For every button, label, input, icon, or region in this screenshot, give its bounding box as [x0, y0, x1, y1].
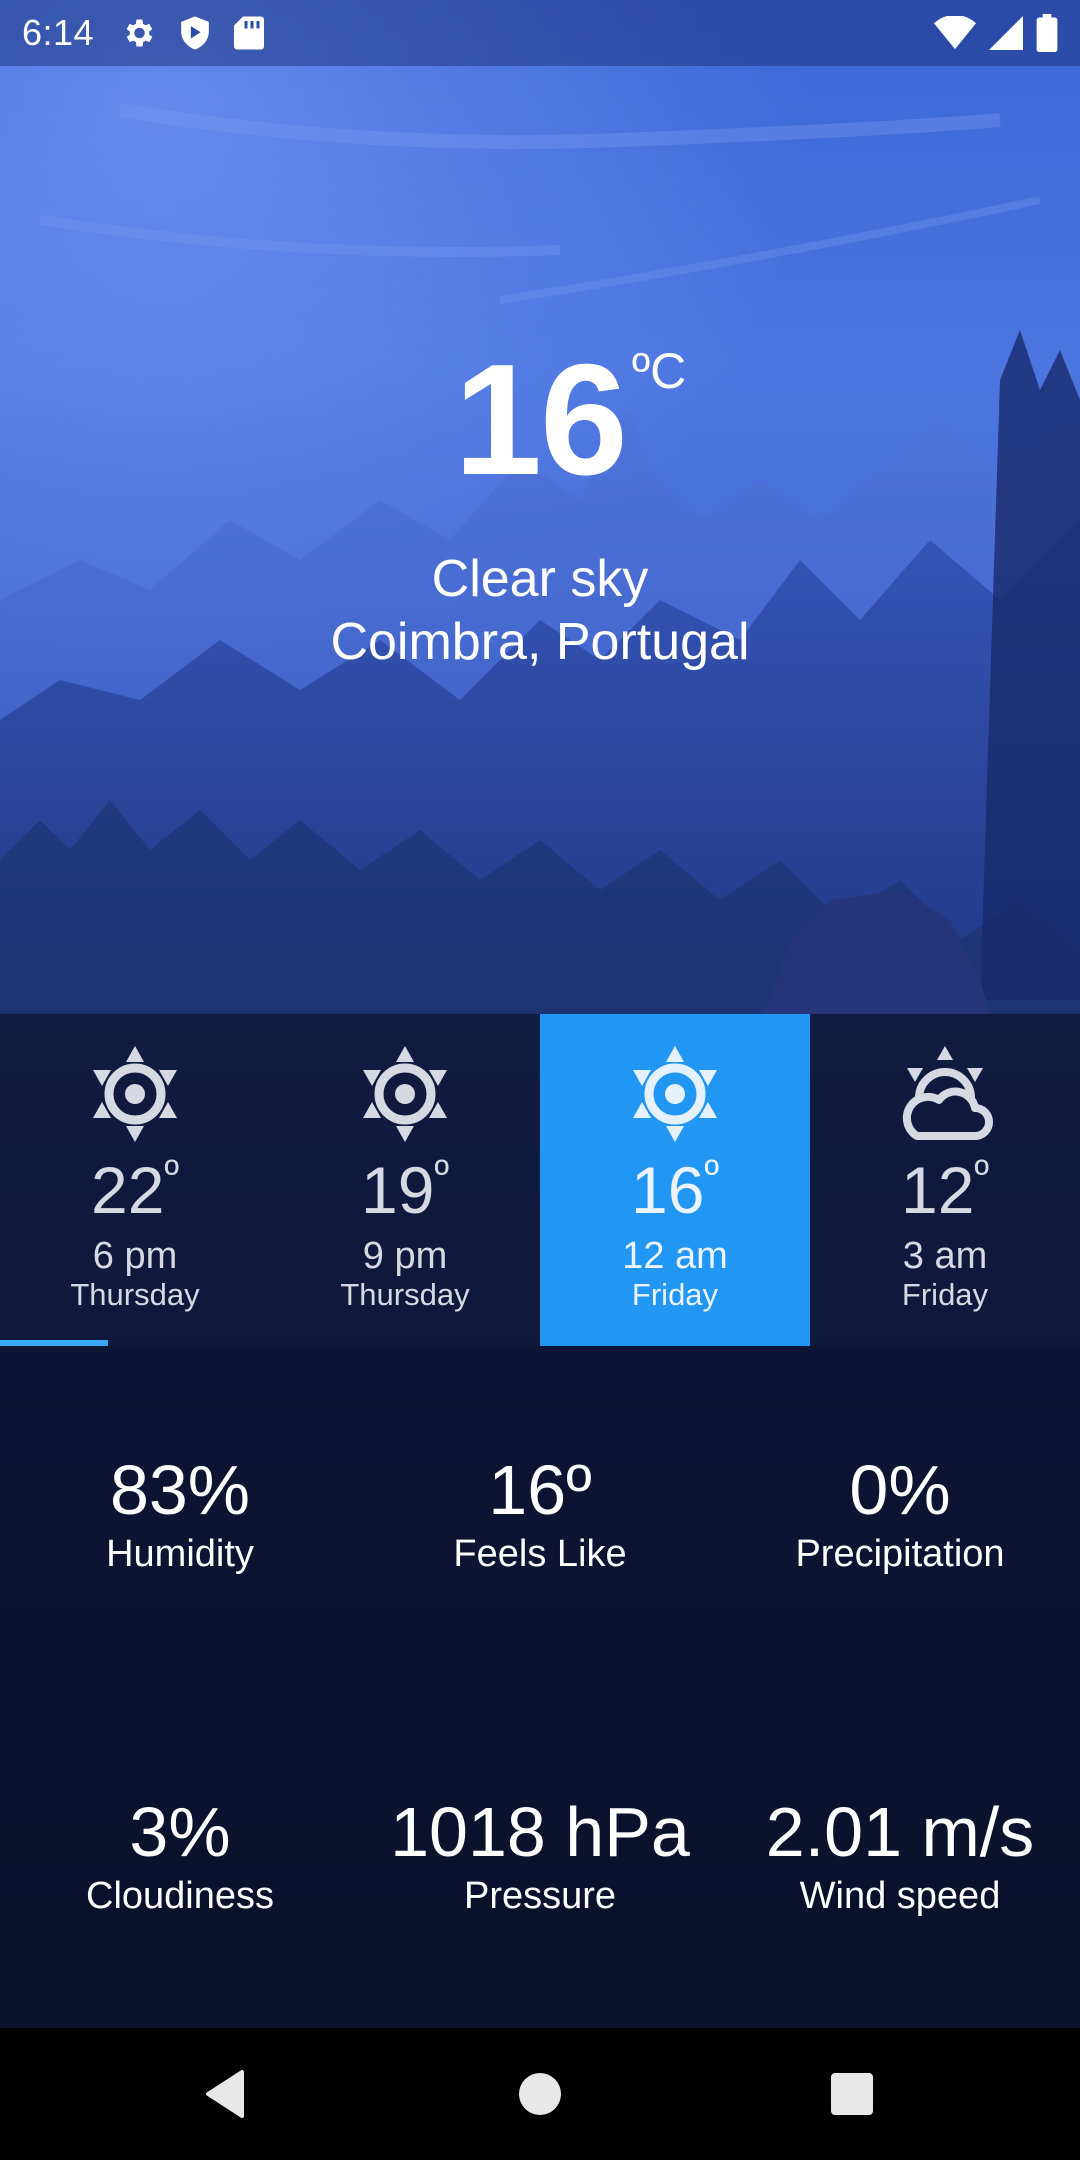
detail-label: Wind speed [799, 1875, 1001, 1917]
forecast-temperature: 19º [360, 1153, 450, 1227]
home-icon[interactable] [510, 2064, 570, 2124]
forecast-item-selected[interactable]: 16º 12 am Friday [540, 1014, 810, 1346]
weather-details: 83% Humidity 16º Feels Like 0% Precipita… [0, 1346, 1080, 2028]
detail-value: 1018 hPa [390, 1793, 690, 1871]
current-temperature: 16 ºC [454, 340, 686, 500]
sun-cloud-icon [902, 1046, 993, 1140]
gear-icon [126, 19, 153, 47]
forecast-temperature: 12º [900, 1153, 990, 1227]
forecast-time: 3 am [902, 1235, 988, 1277]
forecast-day: Friday [631, 1277, 719, 1312]
detail-label: Precipitation [795, 1533, 1005, 1575]
forecast-day: Thursday [340, 1277, 470, 1312]
forecast-time: 9 pm [362, 1235, 448, 1277]
back-icon[interactable] [196, 2064, 256, 2124]
detail-cloudiness: 3% Cloudiness [0, 1792, 360, 1918]
forecast-item[interactable]: 22º 6 pm Thursday [0, 1014, 270, 1346]
signal-icon [989, 16, 1023, 50]
recents-icon[interactable] [822, 2064, 882, 2124]
wifi-icon [934, 16, 976, 50]
detail-value: 3% [129, 1793, 231, 1871]
temperature-unit: ºC [631, 343, 687, 399]
detail-value: 83% [109, 1451, 251, 1529]
temperature-value: 16 [454, 332, 628, 508]
sd-card-icon [234, 16, 265, 50]
detail-humidity: 83% Humidity [0, 1450, 360, 1576]
sun-icon [363, 1046, 447, 1142]
detail-precipitation: 0% Precipitation [720, 1450, 1080, 1576]
shield-icon [181, 16, 209, 50]
forecast-temperature: 22º [90, 1153, 180, 1227]
detail-pressure: 1018 hPa Pressure [360, 1792, 720, 1918]
forecast-day: Friday [901, 1277, 989, 1312]
forecast-item[interactable]: 19º 9 pm Thursday [270, 1014, 540, 1346]
detail-label: Feels Like [453, 1533, 627, 1575]
forecast-day: Thursday [70, 1277, 200, 1312]
detail-value: 2.01 m/s [765, 1793, 1035, 1871]
status-time: 6:14 [22, 12, 95, 53]
detail-feels-like: 16º Feels Like [360, 1450, 720, 1576]
sun-icon [93, 1046, 177, 1142]
sun-icon [633, 1046, 717, 1142]
hourly-forecast: 22º 6 pm Thursday 19º 9 pm Thursday 16º … [0, 1014, 1080, 1346]
detail-label: Cloudiness [86, 1875, 274, 1917]
location-name: Coimbra, Portugal [330, 613, 750, 671]
status-bar: 6:14 [0, 0, 1080, 66]
detail-label: Pressure [463, 1875, 617, 1917]
battery-icon [1036, 14, 1058, 52]
detail-label: Humidity [106, 1533, 254, 1575]
navigation-bar [0, 2028, 1080, 2160]
forecast-temperature: 16º [630, 1153, 720, 1227]
forecast-item[interactable]: 12º 3 am Friday [810, 1014, 1080, 1346]
detail-value: 0% [849, 1451, 951, 1529]
detail-wind-speed: 2.01 m/s Wind speed [720, 1792, 1080, 1918]
detail-value: 16º [488, 1451, 592, 1529]
forecast-time: 6 pm [92, 1235, 178, 1277]
forecast-time: 12 am [622, 1235, 728, 1277]
weather-condition: Clear sky [431, 550, 649, 608]
current-weather: 16 ºC Clear sky Coimbra, Portugal [0, 340, 1080, 674]
